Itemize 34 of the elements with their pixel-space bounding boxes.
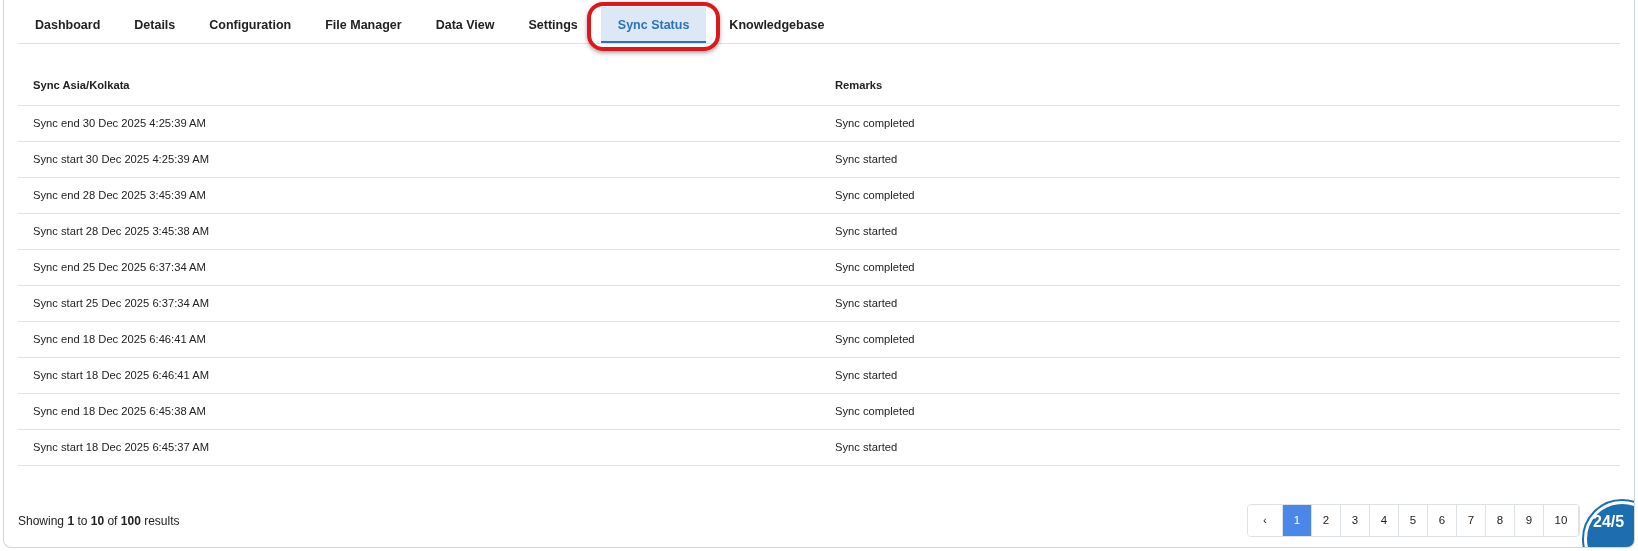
table-cell-text: Sync start 28 Dec 2025 3:45:38 AM xyxy=(32,223,210,239)
table-cell-text: Sync end 28 Dec 2025 3:45:39 AM xyxy=(32,187,207,203)
table-cell-text: Sync completed xyxy=(834,403,916,419)
table-cell-text: Sync end 18 Dec 2025 6:46:41 AM xyxy=(32,331,207,347)
table-cell-text: Sync end 25 Dec 2025 6:37:34 AM xyxy=(32,259,207,275)
table-cell-text: Sync completed xyxy=(834,187,916,203)
table-cell-text: Sync started xyxy=(834,151,899,167)
column-header: Sync Asia/Kolkata xyxy=(32,77,131,93)
table-cell-text: Sync started xyxy=(834,439,899,455)
table-cell-text: Sync started xyxy=(834,367,899,383)
column-header: Remarks xyxy=(834,77,884,93)
results-summary: Showing 1 to 10 of 100 results xyxy=(18,512,180,530)
tab[interactable]: Settings xyxy=(511,7,595,43)
tab[interactable]: Sync Status xyxy=(600,7,707,43)
tab[interactable]: Data View xyxy=(418,7,512,43)
table-cell-text: Sync end 30 Dec 2025 4:25:39 AM xyxy=(32,115,207,131)
table-cell-text: Sync started xyxy=(834,223,899,239)
table-cell-text: Sync completed xyxy=(834,331,916,347)
table-cell-text: Sync start 18 Dec 2025 6:45:37 AM xyxy=(32,439,210,455)
tab[interactable]: Dashboard xyxy=(18,7,118,43)
table-cell-text: Sync completed xyxy=(834,115,916,131)
tab[interactable]: Configuration xyxy=(192,7,309,43)
table-cell-text: Sync started xyxy=(834,295,899,311)
table-cell-text: Sync end 18 Dec 2025 6:45:38 AM xyxy=(32,403,207,419)
page-button[interactable]: 1 xyxy=(1283,505,1312,536)
table-cell-text: Sync start 18 Dec 2025 6:46:41 AM xyxy=(32,367,210,383)
table-cell-text: Sync start 25 Dec 2025 6:37:34 AM xyxy=(32,295,210,311)
tab[interactable]: Details xyxy=(117,7,193,43)
support-badge[interactable]: 24/5 xyxy=(1584,501,1634,547)
tab[interactable]: File Manager xyxy=(308,7,419,43)
previous-page-button[interactable]: ‹ xyxy=(1248,505,1283,536)
table-cell-text: Sync start 30 Dec 2025 4:25:39 AM xyxy=(32,151,210,167)
tab[interactable]: Knowledgebase xyxy=(712,7,842,43)
table-cell-text: Sync completed xyxy=(834,259,916,275)
